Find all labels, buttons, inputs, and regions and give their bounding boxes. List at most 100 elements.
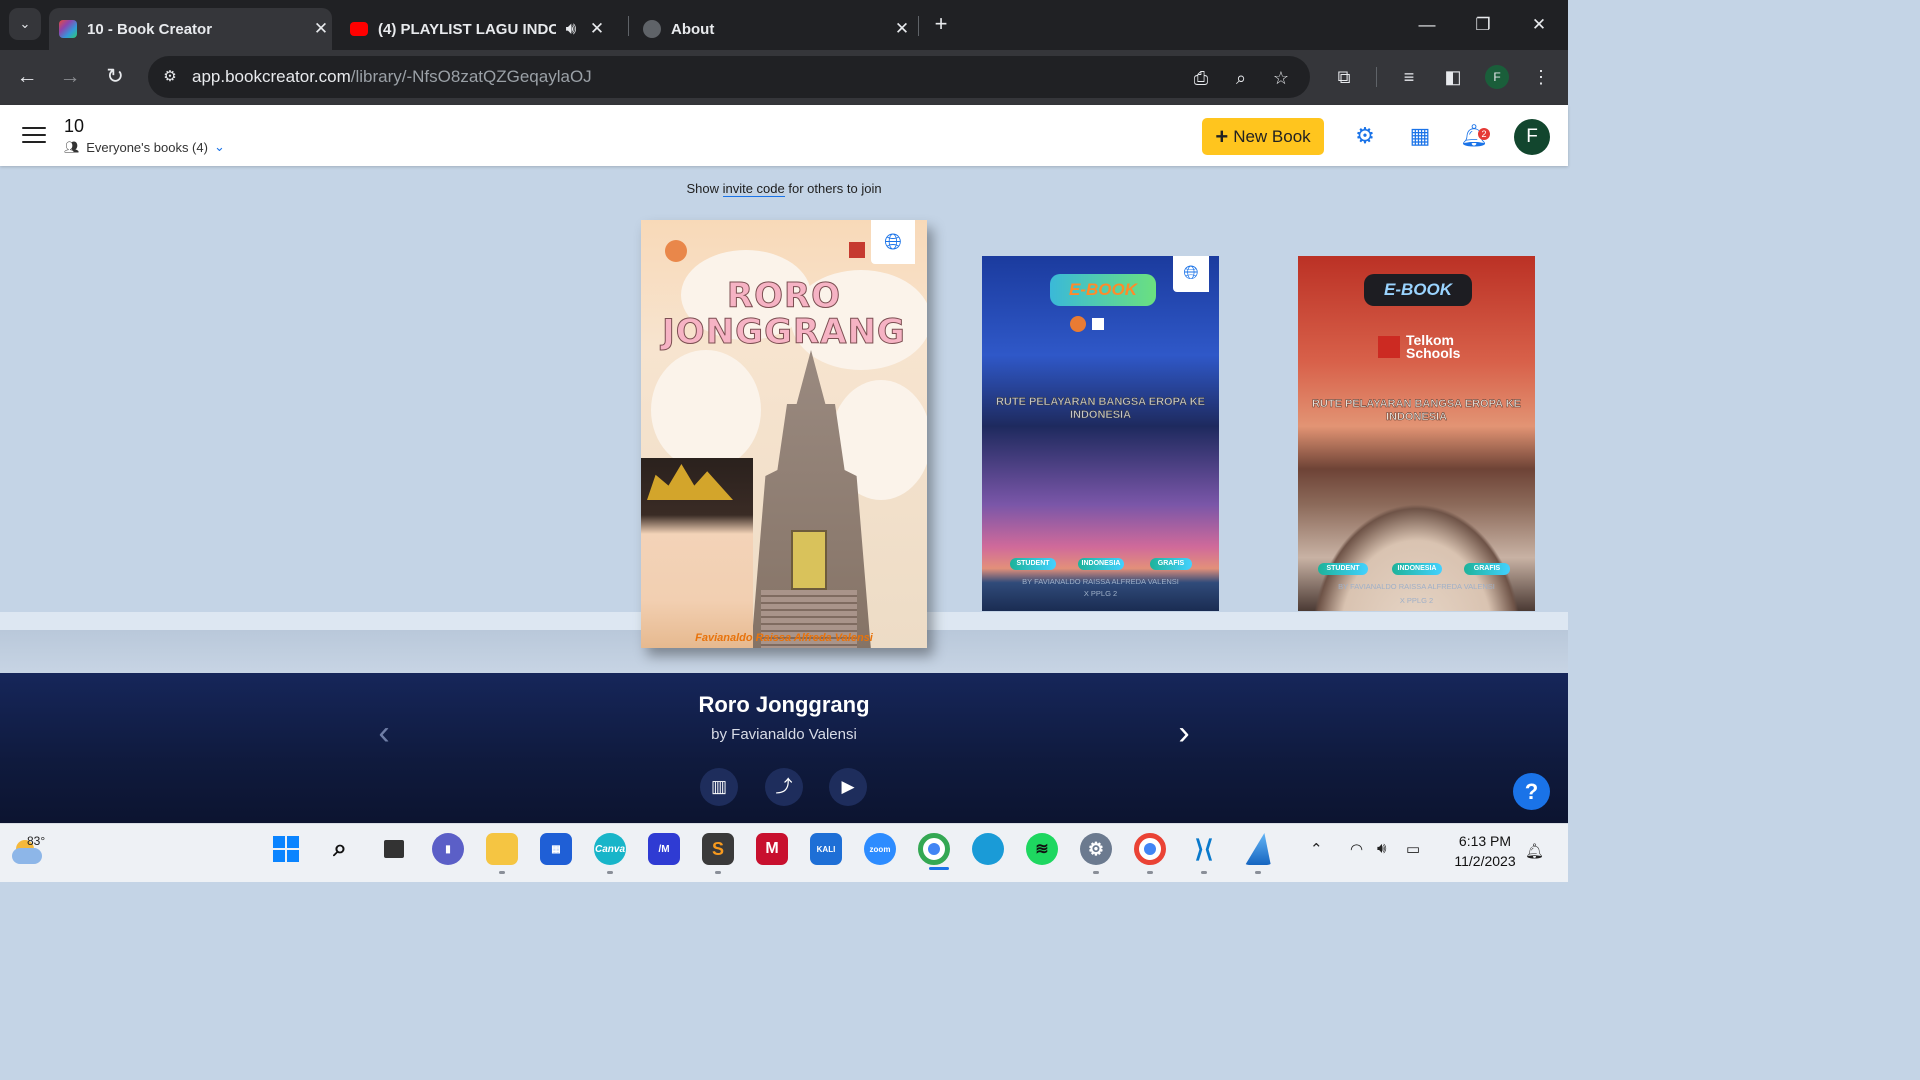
volume-icon[interactable]: 🔊︎ (1377, 840, 1386, 857)
url-text[interactable]: app.bookcreator.com/library/-NfsO8zatQZG… (192, 67, 592, 87)
selected-book-title: Roro Jonggrang (698, 692, 870, 717)
previous-book-arrow-icon[interactable]: ‹ (366, 714, 402, 754)
ebook-badge: E-BOOK (1364, 274, 1472, 306)
menu-icon[interactable] (22, 127, 46, 145)
tab-book-creator[interactable]: 10 - Book Creator ✕ (49, 8, 332, 50)
running-indicator (1093, 871, 1099, 874)
book-cover-rute-pelayaran-red[interactable]: E-BOOK Telkom Schools RUTE PELAYARAN BAN… (1298, 256, 1535, 611)
back-icon[interactable]: ← (12, 62, 42, 92)
running-indicator (715, 871, 721, 874)
clock-time[interactable]: 6:13 PM (1440, 833, 1530, 849)
tab-search-button[interactable]: ⌄ (9, 8, 41, 40)
tag-grafis: GRAFIS (1150, 558, 1192, 570)
school-logos-icon (1070, 316, 1150, 332)
running-indicator (607, 871, 613, 874)
reload-icon[interactable]: ↻ (100, 62, 130, 92)
cover-class: X PPLG 2 (1399, 596, 1434, 605)
canva-icon[interactable]: Canva (594, 833, 626, 865)
cover-title: RUTE PELAYARAN BANGSA EROPA KE INDONESIA (1311, 398, 1522, 423)
restore-icon[interactable]: ❐ (1468, 10, 1498, 40)
media-controls-icon[interactable]: ≡ (1395, 63, 1423, 91)
add-to-library-icon[interactable]: ▥ (700, 768, 738, 806)
microsoft-store-icon[interactable]: ▦ (540, 833, 572, 865)
new-tab-button[interactable]: + (928, 12, 954, 38)
invite-message: Show invite code for others to join (0, 181, 1568, 197)
kali-icon[interactable]: KALI (810, 833, 842, 865)
tag-indonesia: INDONESIA (1392, 563, 1442, 575)
extensions-icon[interactable]: ⧉ (1330, 63, 1358, 91)
tab-youtube-playlist[interactable]: (4) PLAYLIST LAGU INDON 🔊︎ ✕ (340, 8, 620, 50)
new-book-label: New Book (1233, 126, 1311, 146)
edge-icon[interactable] (972, 833, 1004, 865)
app-header: 10 👥︎ Everyone's books (4) ⌄ + New Book … (0, 105, 1568, 166)
help-icon[interactable]: ? (1513, 773, 1550, 810)
close-tab-icon[interactable]: ✕ (891, 19, 913, 39)
mcafee-icon[interactable]: M (756, 833, 788, 865)
plus-icon: + (1215, 123, 1229, 149)
share-icon[interactable]: ⤴ (765, 768, 803, 806)
close-tab-icon[interactable]: ✕ (586, 19, 608, 39)
cover-author: Favianaldo Raissa Alfreda Valensi (695, 632, 873, 644)
tab-title: About (671, 20, 715, 38)
show-hidden-icons-icon[interactable]: ⌃ (1310, 840, 1323, 858)
forward-icon[interactable]: → (55, 62, 85, 92)
tag-student: STUDENT (1010, 558, 1056, 570)
zoom-icon[interactable]: ⌕ (1228, 65, 1254, 91)
vscode-icon[interactable]: ⟩⟨ (1188, 833, 1220, 865)
temple-door-illustration (791, 530, 827, 590)
audio-playing-icon[interactable]: 🔊︎ (556, 19, 586, 39)
battery-icon[interactable]: ▭ (1406, 840, 1420, 858)
new-book-button[interactable]: + New Book (1202, 118, 1324, 155)
chrome-icon[interactable] (918, 833, 950, 870)
url-path: /library/-NfsO8zatQZGeqaylaOJ (350, 67, 592, 86)
running-indicator (1255, 871, 1261, 874)
search-icon[interactable]: ⌕ (324, 833, 356, 865)
teams-chat-icon[interactable]: ▮ (432, 833, 464, 865)
tab-title: 10 - Book Creator (87, 20, 213, 38)
settings-icon[interactable]: ⚙︎ (1080, 833, 1112, 865)
browser-menu-icon[interactable]: ⋮ (1527, 63, 1555, 91)
apps-grid-icon[interactable]: ▦ (1406, 122, 1434, 150)
spotify-icon[interactable]: ≋ (1026, 833, 1058, 865)
tradingview-icon[interactable]: /M (648, 833, 680, 865)
cover-byline: BY FAVIANALDO RAISSA ALFREDA VALENSI (1338, 582, 1495, 591)
zoom-icon[interactable]: zoom (864, 833, 896, 865)
book-cover-rute-pelayaran-blue[interactable]: E-BOOK RUTE PELAYARAN BANGSA EROPA KE IN… (982, 256, 1219, 611)
notification-count-badge: 2 (1478, 128, 1490, 140)
chevron-down-icon: ⌄ (213, 139, 225, 154)
ship-deck-illustration (1298, 486, 1535, 611)
file-explorer-icon[interactable] (486, 833, 518, 865)
task-view-icon[interactable] (378, 833, 410, 865)
minimize-icon[interactable]: — (1412, 10, 1442, 40)
browser-profile-avatar[interactable]: F (1485, 65, 1509, 89)
books-filter-dropdown[interactable]: 👥︎ Everyone's books (4) ⌄ (64, 139, 225, 155)
address-bar[interactable]: ⚙︎ app.bookcreator.com/library/-NfsO8zat… (148, 56, 1310, 98)
bookmark-star-icon[interactable]: ☆ (1268, 65, 1294, 91)
user-avatar[interactable]: F (1514, 119, 1550, 155)
running-indicator (1147, 871, 1153, 874)
play-read-icon[interactable]: ▶ (829, 768, 867, 806)
side-panel-icon[interactable]: ◧ (1439, 63, 1467, 91)
settings-gear-icon[interactable]: ⚙︎ (1351, 122, 1379, 150)
clock-date[interactable]: 11/2/2023 (1440, 853, 1530, 869)
url-host: app.bookcreator.com (192, 67, 351, 86)
ebook-badge: E-BOOK (1050, 274, 1156, 306)
tab-about[interactable]: About ✕ (633, 8, 913, 50)
tag-student: STUDENT (1318, 563, 1368, 575)
browser-toolbar: ← → ↻ ⚙︎ app.bookcreator.com/library/-Nf… (0, 50, 1568, 105)
close-tab-icon[interactable]: ✕ (310, 19, 332, 39)
next-book-arrow-icon[interactable]: › (1166, 714, 1202, 754)
book-cover-roro-jonggrang[interactable]: RORO JONGGRANG Favianaldo Raissa Alfreda… (641, 220, 927, 648)
notification-center-icon[interactable]: 🔔︎ (1525, 842, 1544, 860)
wifi-icon[interactable]: ◠ (1350, 840, 1363, 858)
telkom-logo-icon (849, 242, 865, 258)
install-app-icon[interactable]: ⎙ (1188, 65, 1214, 91)
close-window-icon[interactable]: ✕ (1524, 10, 1554, 40)
chrome-profile-icon[interactable] (1134, 833, 1166, 865)
windows-start-icon[interactable] (270, 833, 302, 865)
site-settings-icon[interactable]: ⚙︎ (158, 65, 182, 89)
cover-title: RUTE PELAYARAN BANGSA EROPA KE INDONESIA (995, 396, 1206, 421)
public-globe-icon: 🌐︎ (1173, 256, 1209, 292)
sublime-text-icon[interactable]: S (702, 833, 734, 865)
invite-code-link[interactable]: invite code (722, 181, 785, 197)
